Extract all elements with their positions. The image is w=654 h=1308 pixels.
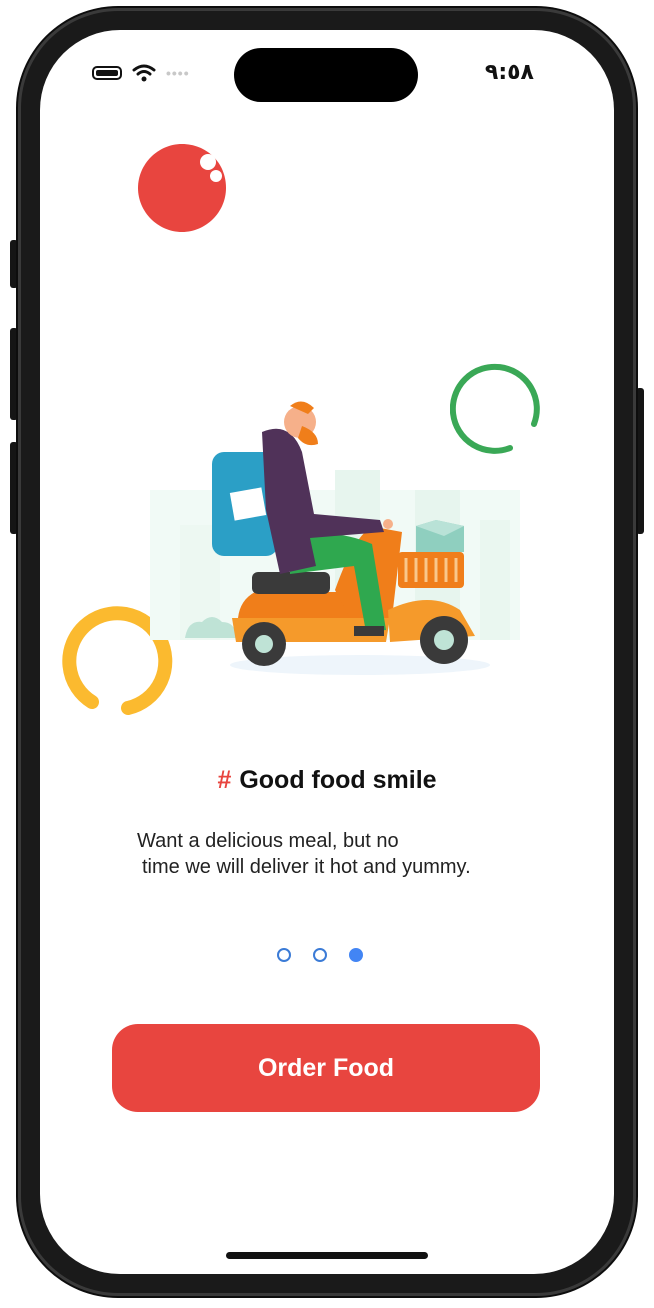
volume-up-button[interactable] — [10, 328, 18, 420]
onboarding-description: Want a delicious meal, but no time we wi… — [137, 828, 557, 880]
page-indicator — [277, 948, 363, 962]
order-food-button[interactable]: Order Food — [112, 1024, 540, 1112]
status-icons: •••• — [92, 64, 190, 82]
dynamic-island — [234, 48, 418, 102]
onboarding-screen: •••• ٩:٥٨ # Good food smile Want a delic… — [40, 30, 614, 1274]
delivery-scooter-illustration — [150, 401, 520, 675]
title-text: Good food smile — [239, 766, 437, 794]
hash-symbol: # — [217, 766, 232, 794]
silent-switch[interactable] — [10, 240, 18, 288]
home-indicator[interactable] — [226, 1252, 428, 1259]
description-line-1: Want a delicious meal, but no — [137, 830, 399, 852]
page-dot-3-active[interactable] — [349, 948, 363, 962]
page-dot-1[interactable] — [277, 948, 291, 962]
battery-icon — [92, 66, 122, 80]
status-time: ٩:٥٨ — [484, 60, 534, 85]
volume-down-button[interactable] — [10, 442, 18, 534]
description-line-2: time we will deliver it hot and yummy. — [142, 856, 471, 878]
onboarding-title: # Good food smile — [40, 766, 614, 795]
power-button[interactable] — [636, 388, 644, 534]
wifi-icon — [132, 64, 156, 82]
decorative-red-blob — [138, 144, 226, 232]
page-dot-2[interactable] — [313, 948, 327, 962]
cellular-signal-icon: •••• — [166, 65, 190, 81]
